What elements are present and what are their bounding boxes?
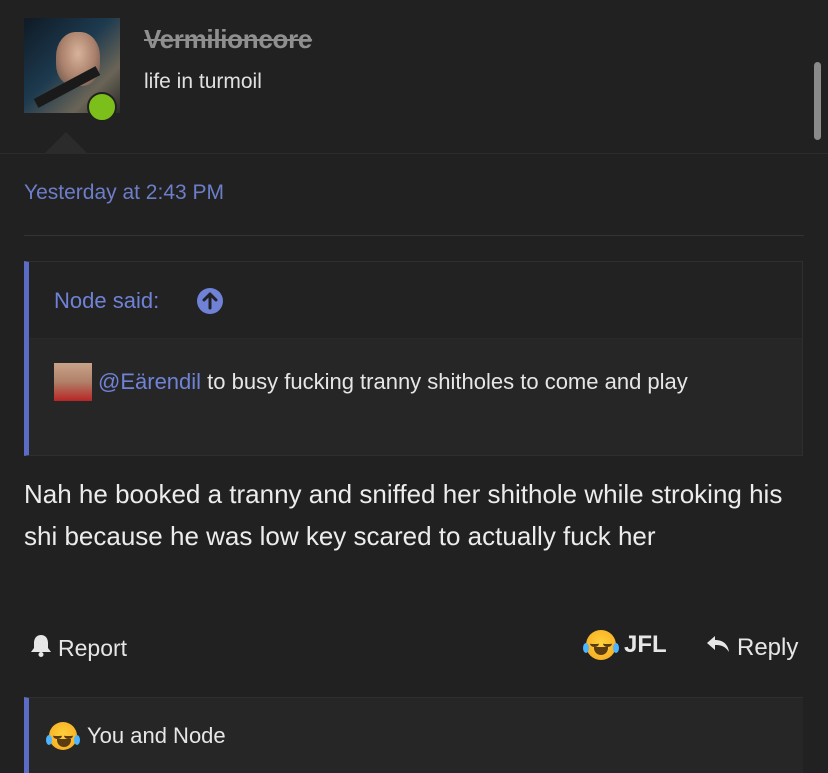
quote-block: Node said: @Eärendil to busy fucking tra… <box>24 261 803 456</box>
report-label: Report <box>58 634 128 661</box>
reply-label: Reply <box>737 633 799 661</box>
header-pointer-arrow <box>44 132 88 154</box>
username[interactable]: Vermilioncore <box>144 24 312 55</box>
divider <box>24 235 804 236</box>
jfl-reaction-button[interactable]: JFL <box>583 630 667 660</box>
arrow-up-icon[interactable] <box>197 288 223 314</box>
quote-author-link[interactable]: Node said: <box>54 288 159 314</box>
crying-laughing-icon <box>583 630 619 660</box>
reply-arrow-icon <box>705 633 731 662</box>
scrollbar[interactable] <box>814 62 821 140</box>
mention-link[interactable]: @Eärendil <box>98 369 201 394</box>
quote-body: @Eärendil to busy fucking tranny shithol… <box>54 362 764 402</box>
user-title: life in turmoil <box>144 70 262 93</box>
quote-header: Node said: <box>29 262 802 339</box>
reactions-summary[interactable]: You and Node <box>87 723 226 749</box>
jfl-label: JFL <box>624 631 667 658</box>
crying-laughing-icon <box>46 722 80 750</box>
reply-button[interactable]: Reply <box>705 633 798 662</box>
online-status-dot <box>87 92 117 122</box>
post-timestamp[interactable]: Yesterday at 2:43 PM <box>24 181 224 205</box>
alert-bell-icon <box>30 633 52 663</box>
reactions-bar[interactable]: You and Node <box>24 697 803 773</box>
quote-text: to busy fucking tranny shitholes to come… <box>201 369 688 394</box>
post-message: Nah he booked a tranny and sniffed her s… <box>24 479 783 551</box>
mention-avatar <box>54 363 92 401</box>
post-header: Vermilioncore life in turmoil <box>0 0 828 154</box>
report-button[interactable]: Report <box>30 633 127 663</box>
